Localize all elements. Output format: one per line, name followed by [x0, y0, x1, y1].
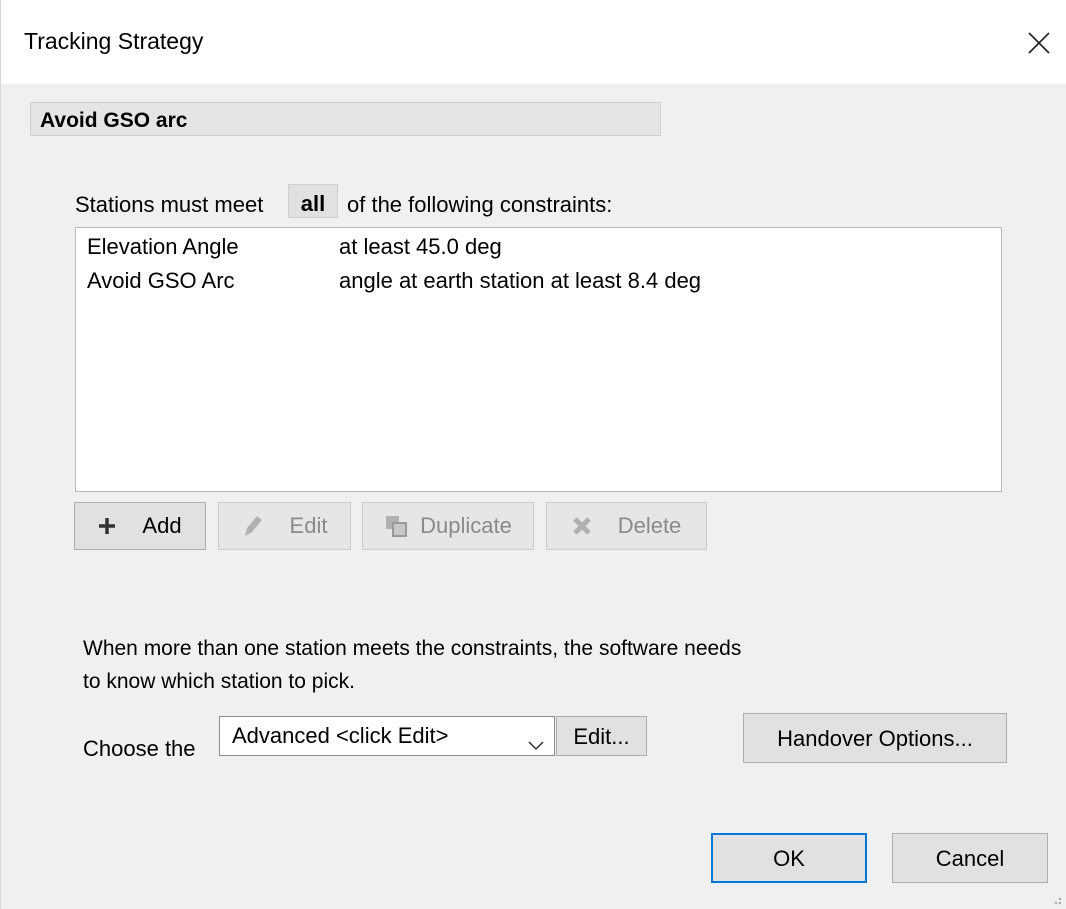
constraint-mode-toggle[interactable]: all: [288, 184, 338, 218]
delete-button[interactable]: Delete: [546, 502, 707, 550]
edit-button-label: Edit: [289, 513, 328, 538]
duplicate-button-label: Duplicate: [420, 513, 512, 538]
constraint-suffix-label: of the following constraints:: [347, 192, 613, 217]
pencil-icon: [242, 514, 264, 538]
edit-constraint-button[interactable]: Edit: [218, 502, 351, 550]
info-line-1: When more than one station meets the con…: [83, 637, 742, 660]
selection-method-value: Advanced <click Edit>: [232, 723, 449, 748]
delete-button-label: Delete: [617, 513, 682, 538]
ok-button[interactable]: OK: [711, 833, 867, 883]
constraint-name: Elevation Angle: [87, 234, 239, 259]
constraint-name: Avoid GSO Arc: [87, 268, 235, 293]
add-button-label: Add: [142, 513, 182, 538]
info-line-2: to know which station to pick.: [83, 670, 355, 693]
close-icon: [1028, 32, 1050, 54]
handover-options-button[interactable]: Handover Options...: [743, 713, 1007, 763]
resize-grip-icon[interactable]: [1050, 893, 1062, 905]
duplicate-button[interactable]: Duplicate: [362, 502, 534, 550]
title-bar: Tracking Strategy: [1, 0, 1066, 84]
constraint-condition: at least 45.0 deg: [339, 234, 502, 259]
selection-info-text: When more than one station meets the con…: [83, 632, 741, 698]
constraint-list[interactable]: Elevation Angle at least 45.0 deg Avoid …: [75, 227, 1002, 492]
cancel-button[interactable]: Cancel: [892, 833, 1048, 883]
tracking-strategy-dialog: Tracking Strategy Avoid GSO arc Stations…: [0, 0, 1066, 909]
list-item[interactable]: Avoid GSO Arc angle at earth station at …: [76, 268, 1001, 300]
constraint-condition: angle at earth station at least 8.4 deg: [339, 268, 702, 293]
add-button[interactable]: Add: [74, 502, 206, 550]
close-button[interactable]: [1017, 18, 1061, 68]
plus-icon: [98, 517, 116, 535]
choose-label: Choose the: [83, 736, 196, 761]
list-item[interactable]: Elevation Angle at least 45.0 deg: [76, 234, 1001, 266]
edit-method-button[interactable]: Edit...: [556, 716, 647, 756]
duplicate-icon: [384, 514, 408, 538]
strategy-name-field[interactable]: Avoid GSO arc: [30, 102, 661, 136]
constraint-prefix-label: Stations must meet: [75, 192, 264, 217]
chevron-down-icon: [528, 731, 544, 757]
selection-method-dropdown[interactable]: Advanced <click Edit>: [219, 716, 555, 756]
delete-icon: [572, 516, 592, 536]
dialog-title: Tracking Strategy: [24, 28, 204, 54]
